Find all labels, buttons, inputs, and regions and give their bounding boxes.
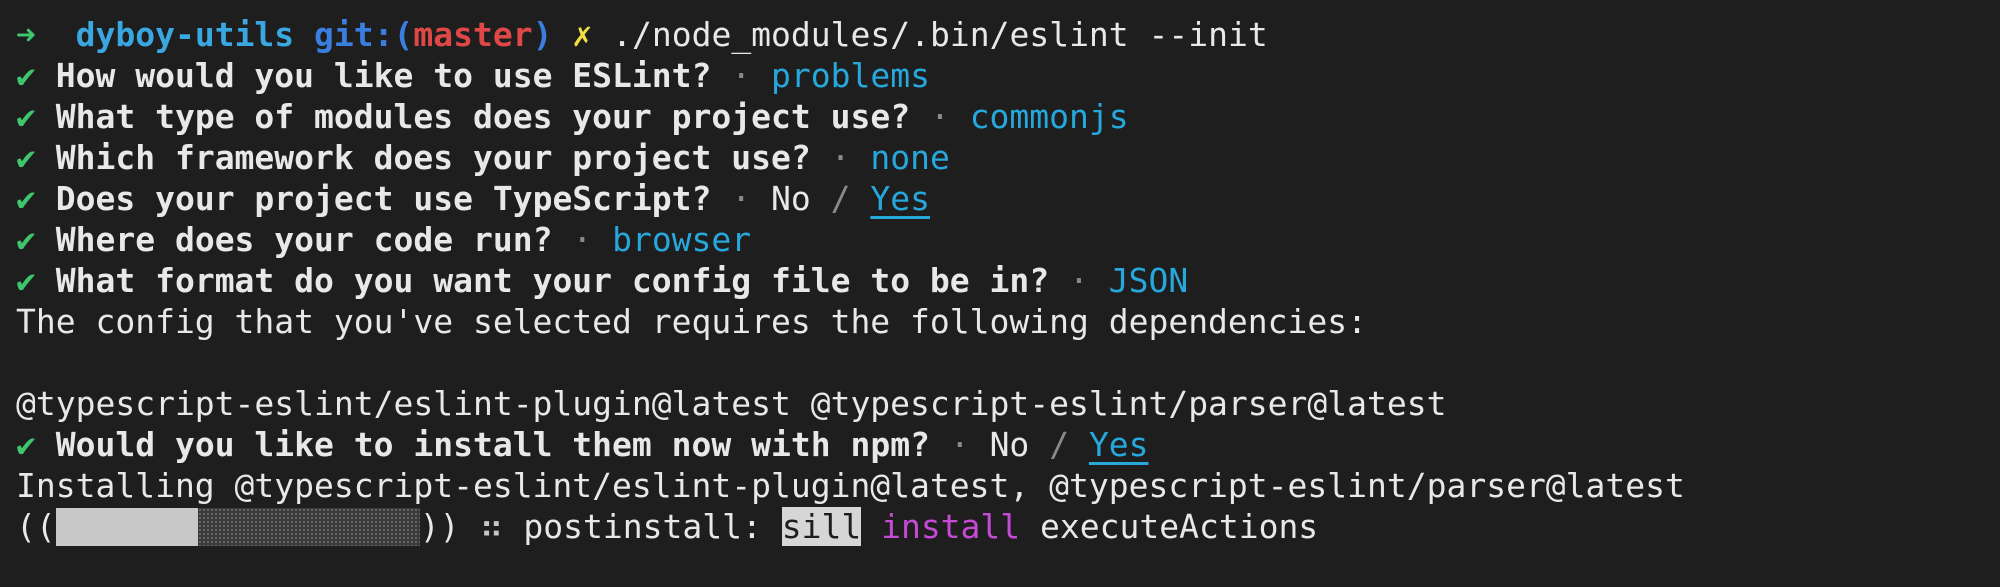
question-line: ✔ How would you like to use ESLint? · pr… bbox=[16, 55, 2000, 96]
question-line: ✔ What format do you want your config fi… bbox=[16, 260, 2000, 301]
deps-list: @typescript-eslint/eslint-plugin@latest … bbox=[16, 384, 1447, 423]
progress-line: (()) ⠶ postinstall: sill install execute… bbox=[16, 506, 2000, 547]
question-text: Where does your code run? bbox=[55, 220, 553, 259]
separator: · bbox=[731, 56, 752, 95]
prompt-branch: master bbox=[413, 15, 533, 54]
install-question-line: ✔ Would you like to install them now wit… bbox=[16, 424, 2000, 465]
answer-slash: / bbox=[1049, 425, 1070, 464]
check-icon: ✔ bbox=[16, 179, 36, 218]
question-text: What type of modules does your project u… bbox=[55, 97, 911, 136]
progress-detail: executeActions bbox=[1040, 507, 1319, 546]
answer-text: problems bbox=[771, 56, 930, 95]
answer-yes-selected: Yes bbox=[870, 179, 930, 218]
installing-line: Installing @typescript-eslint/eslint-plu… bbox=[16, 466, 1685, 505]
deps-message: The config that you've selected requires… bbox=[16, 302, 1368, 341]
answer-slash: / bbox=[830, 179, 851, 218]
progress-open-bracket: (( bbox=[16, 507, 56, 546]
terminal-window[interactable]: ➜ dyboy-utils git:(master) ✗ ./node_modu… bbox=[0, 0, 2000, 587]
check-icon: ✔ bbox=[16, 97, 36, 136]
progress-bar-remaining bbox=[197, 508, 420, 546]
answer-no: No bbox=[989, 425, 1030, 464]
question-text: What format do you want your config file… bbox=[55, 261, 1050, 300]
progress-bar-filled bbox=[55, 508, 198, 546]
question-line: ✔ Does your project use TypeScript? · No… bbox=[16, 178, 2000, 219]
separator: · bbox=[731, 179, 752, 218]
separator: · bbox=[929, 97, 950, 136]
check-icon: ✔ bbox=[16, 138, 36, 177]
separator: · bbox=[572, 220, 593, 259]
prompt-directory: dyboy-utils bbox=[75, 15, 295, 54]
prompt-line: ➜ dyboy-utils git:(master) ✗ ./node_modu… bbox=[16, 14, 2000, 55]
answer-text: JSON bbox=[1108, 261, 1189, 300]
log-level-badge: sill bbox=[781, 507, 862, 546]
check-icon: ✔ bbox=[16, 220, 36, 259]
progress-close-bracket: )) bbox=[419, 507, 460, 546]
question-text: Which framework does your project use? bbox=[55, 138, 811, 177]
answer-text: browser bbox=[612, 220, 752, 259]
question-text: Would you like to install them now with … bbox=[55, 425, 930, 464]
answer-text: commonjs bbox=[969, 97, 1129, 136]
question-line: ✔ What type of modules does your project… bbox=[16, 96, 2000, 137]
answer-no: No bbox=[771, 179, 811, 218]
check-icon: ✔ bbox=[16, 425, 36, 464]
question-text: How would you like to use ESLint? bbox=[55, 56, 712, 95]
prompt-command: ./node_modules/.bin/eslint --init bbox=[612, 15, 1268, 54]
prompt-arrow-icon: ➜ bbox=[16, 15, 36, 54]
dirty-mark-icon: ✗ bbox=[572, 15, 593, 54]
progress-stage: postinstall: bbox=[523, 507, 762, 546]
check-icon: ✔ bbox=[16, 261, 36, 300]
answer-text: none bbox=[870, 138, 950, 177]
question-text: Does your project use TypeScript? bbox=[55, 179, 712, 218]
spinner-icon: ⠶ bbox=[479, 507, 504, 546]
question-line: ✔ Where does your code run? · browser bbox=[16, 219, 2000, 260]
answer-yes-selected: Yes bbox=[1088, 425, 1149, 464]
prompt-git-label: git:( bbox=[314, 15, 414, 54]
separator: · bbox=[830, 138, 851, 177]
separator: · bbox=[949, 425, 970, 464]
check-icon: ✔ bbox=[16, 56, 36, 95]
progress-action: install bbox=[881, 507, 1021, 546]
question-line: ✔ Which framework does your project use?… bbox=[16, 137, 2000, 178]
prompt-git-close: ) bbox=[532, 15, 553, 54]
separator: · bbox=[1069, 261, 1089, 300]
